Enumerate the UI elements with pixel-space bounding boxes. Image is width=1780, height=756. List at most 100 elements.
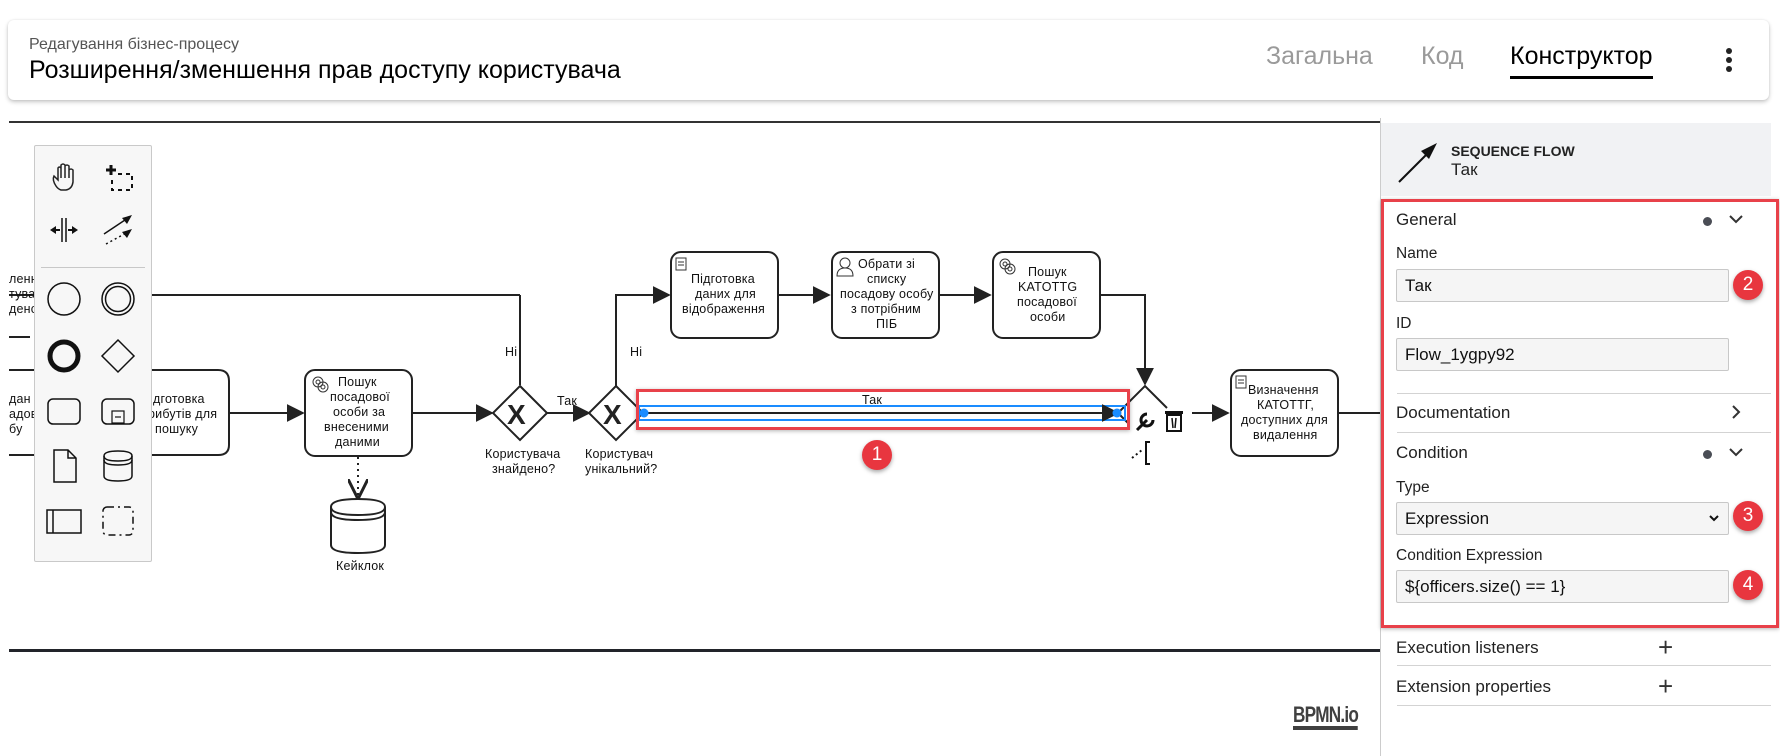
add-icon[interactable]: +	[1658, 673, 1673, 699]
lasso-tool-icon[interactable]	[98, 158, 138, 198]
flow-label-yes: Так	[557, 394, 577, 408]
script-task-prepare-display[interactable]: Підготовка даних для відображення	[670, 251, 779, 339]
svg-text:з потрібним: з потрібним	[851, 302, 921, 316]
more-options-icon[interactable]	[1725, 48, 1733, 74]
group-extension-properties-header[interactable]: Extension properties +	[1381, 667, 1771, 705]
svg-text:посадової: посадової	[330, 390, 390, 404]
x-icon: X	[507, 399, 526, 430]
id-input[interactable]: Flow_1ygpy92	[1396, 338, 1729, 371]
svg-text:Визначення: Визначення	[1248, 383, 1319, 397]
svg-text:КАТОТТГ,: КАТОТТГ,	[1257, 398, 1314, 412]
add-icon[interactable]: +	[1658, 634, 1673, 660]
data-object-icon[interactable]	[44, 446, 84, 486]
gateway-user-unique[interactable]: X Користувач унікальний?	[585, 384, 657, 476]
svg-text:Кейклок: Кейклок	[336, 559, 384, 573]
tab-constructor[interactable]: Конструктор	[1510, 42, 1653, 79]
svg-text:пошуку: пошуку	[155, 422, 199, 436]
intermediate-event-icon[interactable]	[98, 279, 138, 319]
pool-icon[interactable]	[44, 501, 84, 541]
hand-tool-icon[interactable]	[44, 158, 84, 198]
start-event-icon[interactable]	[44, 279, 84, 319]
group-icon[interactable]	[98, 501, 138, 541]
script-task-define-katottg[interactable]: Визначення КАТОТТГ, доступних для видале…	[1230, 369, 1339, 457]
group-documentation-header[interactable]: Documentation	[1381, 393, 1771, 431]
group-title: General	[1396, 210, 1457, 229]
gateway-icon[interactable]	[98, 336, 138, 376]
annotation-badge-4: 4	[1733, 570, 1763, 600]
task-label-cut: денс	[9, 302, 37, 316]
condition-expression-label: Condition Expression	[1396, 547, 1543, 564]
svg-text:списку: списку	[867, 272, 907, 286]
sequence-flow-selected[interactable]: Так	[638, 393, 1126, 422]
divider	[1397, 665, 1771, 666]
svg-text:Користувач: Користувач	[585, 447, 653, 461]
group-title: Condition	[1396, 443, 1468, 462]
svg-text:ПІБ: ПІБ	[876, 317, 897, 331]
task-icon[interactable]	[44, 391, 84, 431]
svg-text:Обрати зі: Обрати зі	[858, 257, 915, 271]
x-icon: X	[603, 399, 622, 430]
group-title: Extension properties	[1396, 677, 1551, 696]
flow-start-handle[interactable]	[639, 408, 649, 418]
svg-text:внесеними: внесеними	[324, 420, 389, 434]
svg-text:Підготовка: Підготовка	[691, 272, 755, 286]
trash-icon[interactable]	[1165, 411, 1183, 432]
sequence-flow[interactable]	[1100, 294, 1154, 386]
select-value: Expression	[1405, 509, 1490, 528]
name-input[interactable]: Так	[1396, 269, 1729, 302]
group-execution-listeners-header[interactable]: Execution listeners +	[1381, 628, 1771, 666]
svg-text:доступних для: доступних для	[1241, 413, 1328, 427]
svg-text:ідготовка: ідготовка	[150, 392, 205, 406]
subprocess-icon[interactable]	[98, 391, 138, 431]
group-title: Documentation	[1396, 403, 1511, 422]
flow-label-no: Ні	[630, 345, 642, 359]
global-connect-tool-icon[interactable]	[98, 210, 138, 250]
user-task-choose-officer[interactable]: Обрати зі списку посадову особу з потріб…	[831, 251, 940, 339]
condition-type-select[interactable]: Expression	[1396, 502, 1729, 535]
name-label: Name	[1396, 245, 1438, 262]
svg-text:видалення: видалення	[1253, 428, 1318, 442]
task-label-cut: дан	[9, 392, 31, 406]
gateway-user-found[interactable]: X Користувача знайдено?	[485, 384, 560, 476]
group-general-header[interactable]: General	[1381, 200, 1771, 238]
palette-separator	[41, 267, 145, 268]
condition-expression-input[interactable]: ${officers.size() == 1}	[1396, 570, 1729, 603]
svg-text:посадової: посадової	[1017, 295, 1077, 309]
svg-text:відображення: відображення	[682, 302, 765, 316]
svg-text:рибутів для: рибутів для	[148, 407, 217, 421]
chevron-right-icon[interactable]	[1727, 403, 1745, 421]
annotation-badge-3: 3	[1733, 501, 1763, 531]
panel-header: SEQUENCE FLOW Так	[1381, 123, 1771, 196]
chevron-down-icon[interactable]	[1727, 443, 1745, 461]
chevron-down-icon[interactable]	[1727, 210, 1745, 228]
wrench-icon[interactable]	[1135, 412, 1155, 432]
data-indicator-dot	[1703, 217, 1712, 226]
data-store-keycloak[interactable]: Кейклок	[330, 497, 386, 573]
end-event-icon[interactable]	[44, 336, 84, 376]
task-label-cut: бу	[9, 422, 23, 436]
tool-palette	[34, 145, 152, 562]
bpmn-io-logo[interactable]: BPMN.io	[1293, 704, 1359, 730]
data-store-icon[interactable]	[98, 446, 138, 486]
bpmn-diagram[interactable]: ленн тува денс дан адов бу ідготовка риб…	[0, 0, 1380, 756]
flow-label-selected: Так	[862, 393, 882, 407]
group-title: Execution listeners	[1396, 638, 1539, 657]
flow-label-no: Ні	[505, 345, 517, 359]
group-condition-header[interactable]: Condition	[1381, 433, 1771, 471]
space-tool-icon[interactable]	[44, 210, 84, 250]
type-label: Type	[1396, 479, 1430, 496]
svg-text:Пошук: Пошук	[1028, 265, 1067, 279]
sequence-flow-no[interactable]	[615, 286, 671, 386]
service-task-search-katottg[interactable]: Пошук KATOTTG посадової особи	[992, 251, 1101, 339]
svg-text:унікальний?: унікальний?	[585, 462, 657, 476]
flow-end-handle[interactable]	[1112, 408, 1122, 418]
id-label: ID	[1396, 315, 1412, 332]
text-annotation-icon[interactable]	[1131, 441, 1150, 465]
bpmn-canvas[interactable]: ленн тува денс дан адов бу ідготовка риб…	[0, 0, 1380, 756]
svg-text:Користувача: Користувача	[485, 447, 560, 461]
service-task-search-officer[interactable]: Пошук посадової особи за внесеними даним…	[304, 369, 413, 457]
element-type: SEQUENCE FLOW	[1451, 143, 1575, 159]
tab-code[interactable]: Код	[1421, 42, 1464, 71]
svg-text:даних для: даних для	[695, 287, 756, 301]
svg-text:особи за: особи за	[333, 405, 385, 419]
